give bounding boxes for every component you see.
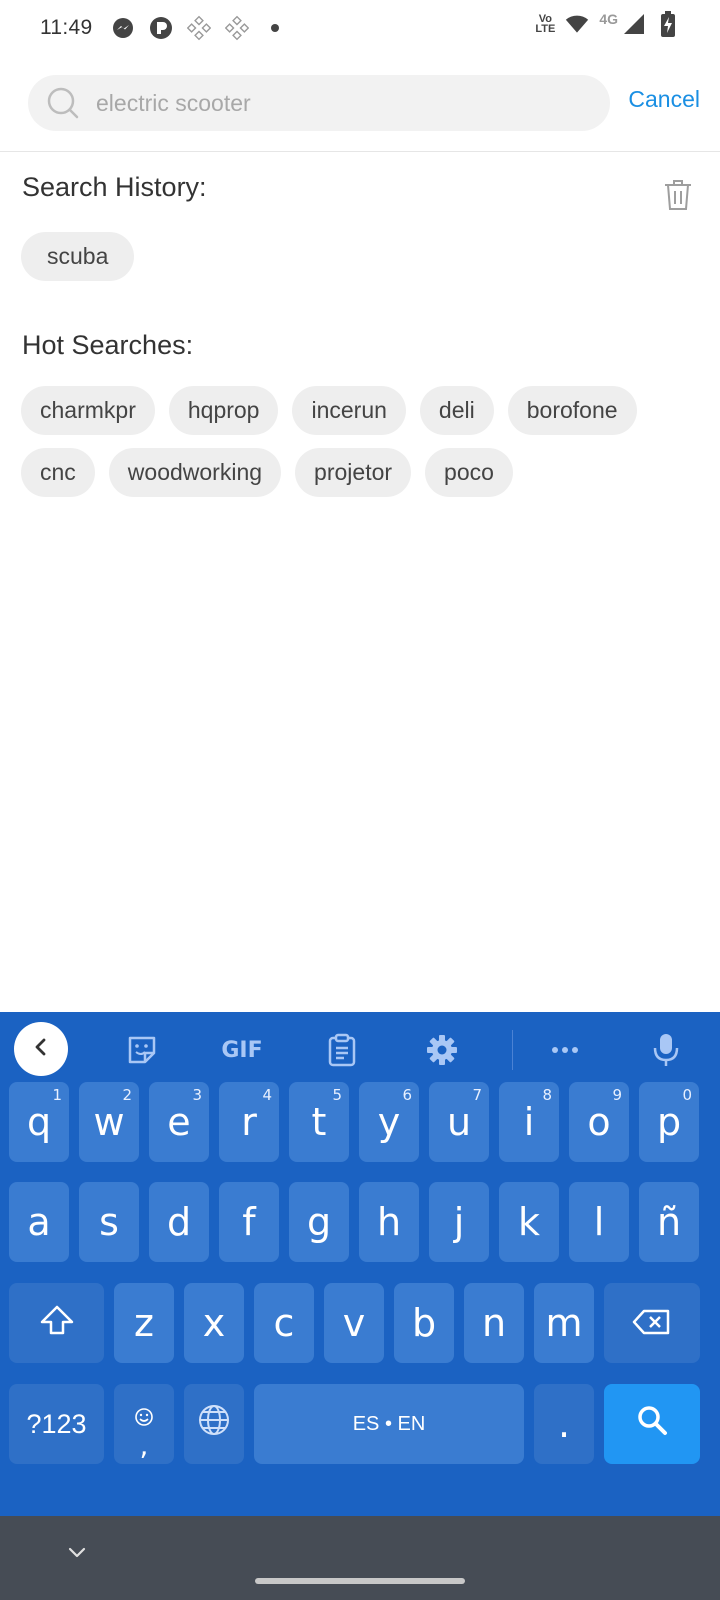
backspace-icon — [632, 1301, 672, 1345]
key-s[interactable]: s — [79, 1182, 139, 1262]
status-bar: 11:49 Vo LTE 4G — [0, 0, 720, 56]
gamepad-icon — [186, 15, 211, 41]
keyboard-toolbar: GIF — [0, 1012, 720, 1088]
chevron-left-icon — [30, 1036, 52, 1063]
hot-search-chip[interactable]: borofone — [507, 386, 637, 435]
key-w[interactable]: w2 — [79, 1082, 139, 1162]
more-options-icon[interactable] — [547, 1032, 583, 1068]
space-key[interactable]: ES • EN — [254, 1384, 524, 1464]
hot-search-chip[interactable]: incerun — [292, 386, 406, 435]
key-n-tilde[interactable]: ñ — [639, 1182, 699, 1262]
search-icon — [46, 86, 80, 120]
search-history-title: Search History: — [22, 172, 207, 202]
comma-label: , — [139, 1429, 149, 1462]
cancel-button[interactable]: Cancel — [628, 86, 700, 113]
keyboard-back-button[interactable] — [14, 1022, 68, 1076]
key-y[interactable]: y6 — [359, 1082, 419, 1162]
search-icon — [635, 1402, 669, 1446]
key-b[interactable]: b — [394, 1283, 454, 1363]
shift-arrow-icon — [39, 1301, 75, 1345]
key-t[interactable]: t5 — [289, 1082, 349, 1162]
sticker-icon[interactable] — [124, 1032, 160, 1068]
backspace-key[interactable] — [604, 1283, 700, 1363]
emoji-comma-key[interactable]: , — [114, 1384, 174, 1464]
search-input[interactable] — [96, 89, 566, 117]
hot-search-chip[interactable]: poco — [425, 448, 513, 497]
hot-search-chip[interactable]: projetor — [295, 448, 412, 497]
system-status-icons: Vo LTE 4G — [535, 11, 680, 37]
key-x[interactable]: x — [184, 1283, 244, 1363]
key-l[interactable]: l — [569, 1182, 629, 1262]
app-notification-icon — [149, 16, 173, 40]
history-chip[interactable]: scuba — [21, 232, 135, 281]
language-key[interactable] — [184, 1384, 244, 1464]
keyboard-row-3: z x c v b n m — [0, 1283, 720, 1365]
wifi-icon — [565, 12, 589, 36]
key-q[interactable]: q1 — [9, 1082, 69, 1162]
key-r[interactable]: r4 — [219, 1082, 279, 1162]
microphone-icon[interactable] — [648, 1032, 684, 1068]
shift-key[interactable] — [9, 1283, 104, 1363]
key-d[interactable]: d — [149, 1182, 209, 1262]
globe-icon — [197, 1402, 231, 1446]
keyboard-row-4: ?123 , ES • EN . — [0, 1384, 720, 1466]
messenger-icon — [111, 16, 135, 40]
keyboard-row-1: q1 w2 e3 r4 t5 y6 u7 i8 o9 p0 — [0, 1082, 720, 1164]
cell-signal-icon — [622, 12, 646, 36]
hot-search-chip[interactable]: hqprop — [168, 386, 279, 435]
key-u[interactable]: u7 — [429, 1082, 489, 1162]
volte-icon: Vo LTE — [535, 13, 556, 35]
hot-search-chip[interactable]: woodworking — [108, 448, 282, 497]
symbols-key[interactable]: ?123 — [9, 1384, 104, 1464]
hide-keyboard-chevron-down-icon[interactable] — [64, 1540, 90, 1566]
home-gesture-handle[interactable] — [255, 1578, 465, 1584]
period-key[interactable]: . — [534, 1384, 594, 1464]
notification-icons — [111, 15, 287, 41]
navigation-bar — [0, 1516, 720, 1600]
clear-history-trash-icon[interactable] — [662, 178, 694, 212]
hot-searches-list: charmkpr hqprop incerun deli borofone cn… — [21, 386, 701, 497]
key-h[interactable]: h — [359, 1182, 419, 1262]
key-j[interactable]: j — [429, 1182, 489, 1262]
settings-gear-icon[interactable] — [424, 1032, 460, 1068]
gif-button[interactable]: GIF — [218, 1032, 266, 1068]
network-type-label: 4G — [599, 11, 618, 27]
more-notifications-dot-icon — [263, 16, 287, 40]
keyboard-row-2: a s d f g h j k l ñ — [0, 1182, 720, 1264]
search-header: Cancel — [0, 56, 720, 152]
soft-keyboard: GIF q1 w2 e3 r4 t5 y6 u7 i8 o9 p0 a s d … — [0, 1012, 720, 1516]
key-f[interactable]: f — [219, 1182, 279, 1262]
key-z[interactable]: z — [114, 1283, 174, 1363]
gamepad-icon — [224, 15, 249, 41]
key-o[interactable]: o9 — [569, 1082, 629, 1162]
key-e[interactable]: e3 — [149, 1082, 209, 1162]
key-n[interactable]: n — [464, 1283, 524, 1363]
hot-search-chip[interactable]: cnc — [21, 448, 95, 497]
key-c[interactable]: c — [254, 1283, 314, 1363]
key-k[interactable]: k — [499, 1182, 559, 1262]
key-m[interactable]: m — [534, 1283, 594, 1363]
hot-searches-title: Hot Searches: — [22, 330, 194, 360]
key-i[interactable]: i8 — [499, 1082, 559, 1162]
battery-charging-icon — [656, 11, 680, 37]
key-v[interactable]: v — [324, 1283, 384, 1363]
search-history-list: scuba — [21, 232, 701, 281]
status-time: 11:49 — [40, 16, 93, 39]
toolbar-divider — [512, 1030, 513, 1070]
hot-search-chip[interactable]: deli — [419, 386, 494, 435]
search-box[interactable] — [28, 75, 610, 131]
clipboard-icon[interactable] — [324, 1032, 360, 1068]
key-g[interactable]: g — [289, 1182, 349, 1262]
key-p[interactable]: p0 — [639, 1082, 699, 1162]
key-a[interactable]: a — [9, 1182, 69, 1262]
search-submit-key[interactable] — [604, 1384, 700, 1464]
hot-search-chip[interactable]: charmkpr — [21, 386, 155, 435]
